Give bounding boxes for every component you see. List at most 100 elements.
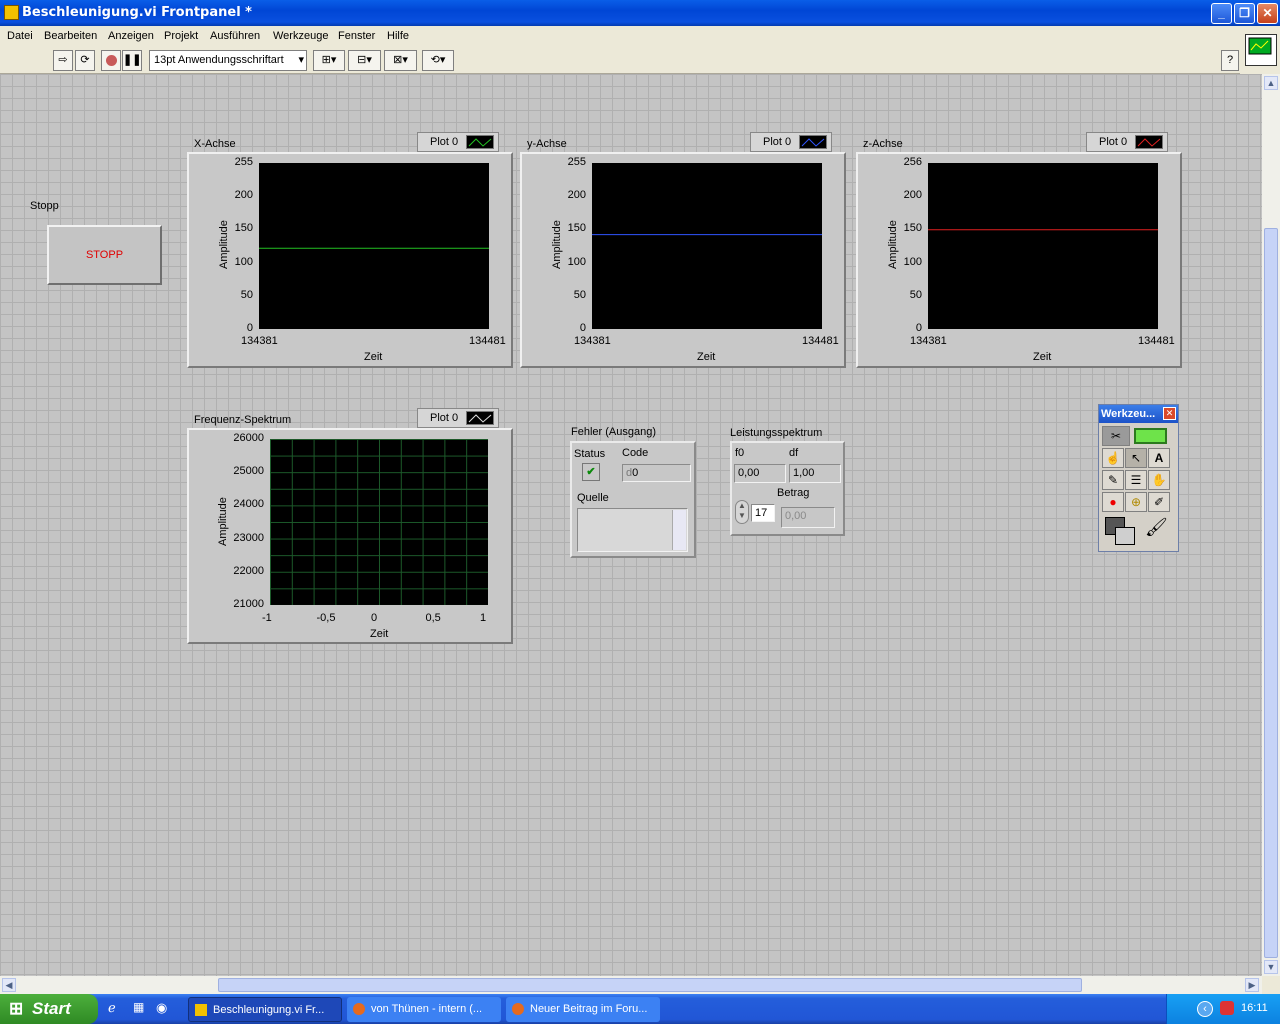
get-color-tool-icon[interactable]: ✐ [1148,492,1170,512]
spectrum-plot-legend[interactable]: Plot 0 [417,408,499,428]
index-field[interactable]: 17 [751,504,775,522]
y-tick-label: 200 [234,189,253,202]
code-value: 0 [632,467,639,479]
quick-launch-ie-icon[interactable]: ℯ [108,1000,116,1016]
menu-fenster[interactable]: Fenster [338,30,375,42]
automatic-selection-led-icon[interactable] [1134,428,1167,444]
distribute-objects-icon[interactable]: ⊟▾ [348,50,381,71]
task-firefox-1-label: von Thünen - intern (... [371,1003,483,1015]
tools-palette-close-button[interactable]: ✕ [1163,407,1176,420]
menu-datei[interactable]: Datei [7,30,33,42]
menu-hilfe[interactable]: Hilfe [387,30,409,42]
plot-line-icon [466,135,494,149]
code-field[interactable]: d0 [622,464,691,482]
minimize-button[interactable]: _ [1211,3,1232,24]
z-axis-graph-title: z-Achse [863,138,903,150]
close-button[interactable]: ✕ [1257,3,1278,24]
help-icon[interactable]: ? [1221,50,1239,71]
y-axis-plot-area[interactable] [592,163,822,329]
task-firefox-2[interactable]: Neuer Beitrag im Foru... [506,997,660,1022]
window-title: Beschleunigung.vi Frontpanel * [22,5,252,20]
x-tick-label: 134381 [574,335,611,347]
f0-label: f0 [735,447,745,459]
pause-icon[interactable]: ❚❚ [122,50,142,71]
x-axis-x-axis-label: Zeit [364,351,383,363]
title-bar[interactable]: Beschleunigung.vi Frontpanel * _ ❐ ✕ [0,0,1280,26]
index-spinner-icon[interactable]: ▲ ▼ [735,500,749,524]
edit-text-tool-icon[interactable]: A [1148,448,1170,468]
quick-launch-browser-icon[interactable]: ◉ [156,1000,167,1016]
operate-value-tool-icon[interactable]: ☝ [1102,448,1124,468]
x-tick-label: 134381 [241,335,278,347]
y-axis-plot-legend[interactable]: Plot 0 [750,132,832,152]
x-axis-legend-label: Plot 0 [430,136,459,148]
tray-expand-icon[interactable]: ‹ [1197,1001,1213,1017]
y-axis-legend-label: Plot 0 [763,136,792,148]
align-objects-icon[interactable]: ⊞▾ [313,50,345,71]
font-select[interactable]: 13pt Anwendungsschriftart ▾ [149,50,307,71]
spectrum-x-tick-label: 0 [371,612,378,624]
start-button[interactable]: ⊞ Start [0,994,98,1024]
run-arrow-icon[interactable]: ⇨ [53,50,73,71]
task-firefox-1[interactable]: von Thünen - intern (... [347,997,501,1022]
spectrum-x-tick-label: 0,5 [425,612,441,624]
object-shortcut-menu-tool-icon[interactable]: ☰ [1125,470,1147,490]
y-axis-plot-svg [592,234,822,236]
y-tick-label: 0 [579,322,586,334]
power-spectrum-title: Leistungsspektrum [730,427,823,439]
z-axis-plot-legend[interactable]: Plot 0 [1086,132,1168,152]
breakpoint-tool-icon[interactable]: ● [1102,492,1124,512]
tools-palette[interactable]: Werkzeu... ✕ ✂ ☝ ↖ A ✎ ☰ ✋ ● ⊕ ✐ 🖌 [1098,404,1179,552]
menu-anzeigen[interactable]: Anzeigen [108,30,154,42]
resize-objects-icon[interactable]: ⊠▾ [384,50,417,71]
y-axis-y-axis-label: Amplitude [551,220,563,269]
start-label: Start [32,999,71,1018]
position-tool-icon[interactable]: ↖ [1125,448,1147,468]
y-tick-label: 255 [567,156,586,168]
stopp-button[interactable]: STOPP [47,225,162,285]
scroll-window-tool-icon[interactable]: ✋ [1148,470,1170,490]
probe-tool-icon[interactable]: ⊕ [1125,492,1147,512]
spectrum-plot-area[interactable] [270,439,488,605]
spectrum-x-axis-label: Zeit [370,628,389,640]
spectrum-y-tick-label: 22000 [233,564,264,577]
scroll-down-icon[interactable]: ▼ [1264,960,1278,974]
horizontal-scroll-thumb[interactable] [218,978,1082,992]
scroll-right-icon[interactable]: ▶ [1245,978,1259,992]
stopp-label: Stopp [30,200,59,212]
y-tick-label: 255 [234,156,253,168]
set-color-tool-icon[interactable] [1103,515,1139,549]
vertical-scroll-thumb[interactable] [1264,228,1278,958]
x-axis-plot-legend[interactable]: Plot 0 [417,132,499,152]
reorder-icon[interactable]: ⟲▾ [422,50,454,71]
spectrum-x-tick-label: -0,5 [316,612,336,624]
run-continuously-icon[interactable]: ⟳ [75,50,95,71]
spectrum-y-tick-label: 25000 [233,465,264,478]
connect-wire-tool-icon[interactable]: ✎ [1102,470,1124,490]
toolbar: ⇨ ⟳ ❚❚ 13pt Anwendungsschriftart ▾ ⊞▾ ⊟▾… [0,48,1240,74]
source-scrollbar[interactable] [672,510,686,550]
vi-graph-icon [1248,37,1272,55]
x-axis-plot-svg [259,247,489,249]
windows-logo-icon: ⊞ [9,999,24,1018]
vi-icon[interactable] [1245,34,1277,66]
maximize-button[interactable]: ❐ [1234,3,1255,24]
task-labview[interactable]: Beschleunigung.vi Fr... [188,997,342,1022]
scroll-up-icon[interactable]: ▲ [1264,76,1278,90]
scroll-left-icon[interactable]: ◀ [2,978,16,992]
labview-task-icon [195,1004,207,1016]
menu-bearbeiten[interactable]: Bearbeiten [44,30,97,42]
df-label: df [789,447,799,459]
z-axis-plot-area[interactable] [928,163,1158,329]
menu-ausfuehren[interactable]: Ausführen [210,30,260,42]
clock: 16:11 [1241,1002,1268,1014]
x-axis-plot-area[interactable] [259,163,489,329]
y-tick-label: 50 [240,288,253,301]
quick-launch-desktop-icon[interactable]: ▦ [133,1000,144,1014]
menu-werkzeuge[interactable]: Werkzeuge [273,30,328,42]
menu-projekt[interactable]: Projekt [164,30,198,42]
automatic-tool-icon[interactable]: ✂ [1102,426,1130,446]
tray-app-icon[interactable] [1220,1001,1234,1015]
plot-line-icon [466,411,494,425]
abort-execution-icon[interactable] [101,50,121,71]
